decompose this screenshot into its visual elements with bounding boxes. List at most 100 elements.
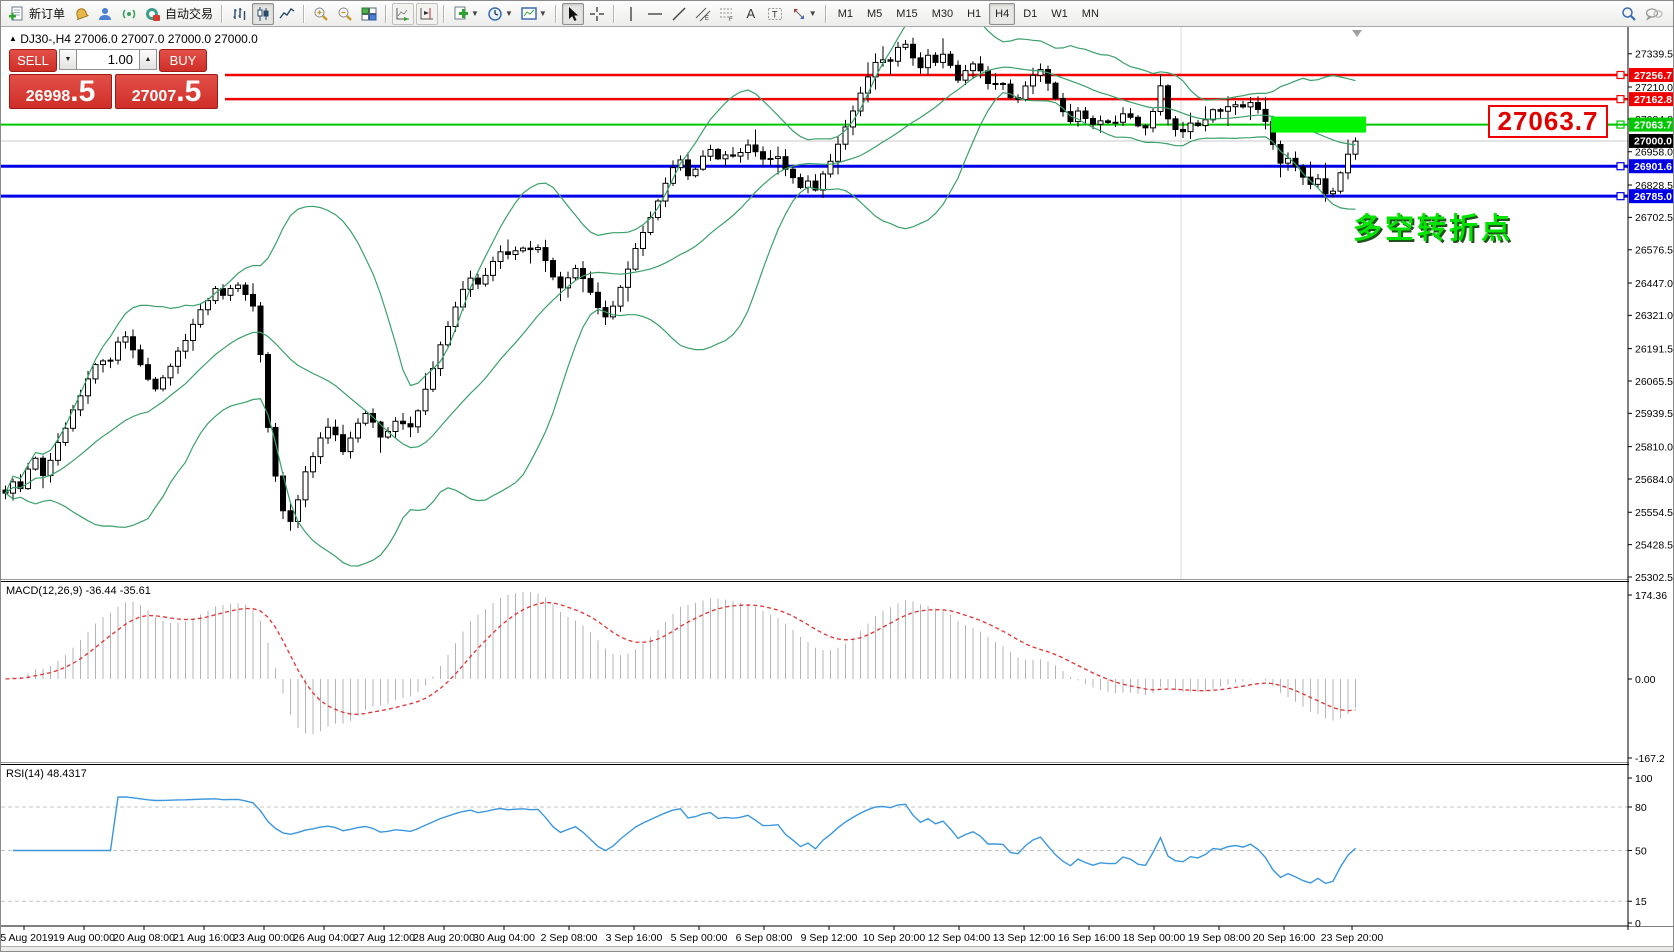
bar-chart-button[interactable]	[228, 3, 250, 25]
text-tool-icon: A	[746, 6, 755, 21]
sell-button[interactable]: SELL	[9, 49, 57, 72]
trendline-icon	[671, 6, 687, 22]
time-label: 30 Aug 04:00	[473, 932, 535, 944]
trendline-tool-button[interactable]	[668, 3, 690, 25]
fibonacci-icon: F	[719, 6, 735, 22]
cursor-icon	[565, 6, 581, 22]
symbol-period-label: DJ30-,H4	[20, 32, 71, 46]
search-button[interactable]	[1618, 3, 1640, 25]
templates-button[interactable]: ▼	[518, 3, 550, 25]
timeframe-button-W1[interactable]: W1	[1045, 3, 1074, 25]
chart-canvas[interactable]: 27339.527210.027084.826958.026828.526702…	[1, 1, 1674, 952]
chart-shift-icon	[419, 6, 435, 22]
template-icon	[521, 6, 537, 22]
svg-text:26901.6: 26901.6	[1634, 161, 1672, 173]
timeframe-button-M30[interactable]: M30	[926, 3, 959, 25]
price-badge-26785.0: 26785.0	[1629, 189, 1674, 203]
order-controls-row: SELL ▼ ▲ BUY	[9, 49, 225, 72]
crosshair-tool-button[interactable]	[586, 3, 608, 25]
indicators-button[interactable]: ▼	[450, 3, 482, 25]
community-button[interactable]	[94, 3, 116, 25]
chart-shift-button[interactable]	[416, 3, 438, 25]
time-label: 6 Sep 08:00	[736, 932, 793, 944]
svg-text:25684.0: 25684.0	[1635, 474, 1673, 486]
svg-text:T: T	[772, 9, 778, 19]
price-badge-26901.6: 26901.6	[1629, 159, 1674, 173]
svg-text:25810.0: 25810.0	[1635, 441, 1673, 453]
tile-windows-button[interactable]	[358, 3, 380, 25]
arrows-tool-button[interactable]: ▼	[788, 3, 820, 25]
svg-text:27162.8: 27162.8	[1634, 94, 1672, 106]
time-label: 2 Sep 08:00	[541, 932, 598, 944]
signals-button[interactable]	[118, 3, 140, 25]
volume-input[interactable]	[77, 49, 139, 70]
price-callout-box[interactable]: 27063.7	[1488, 105, 1608, 138]
collapse-arrow-icon[interactable]: ▲	[9, 34, 17, 43]
bid-price-box[interactable]: 26998.5	[9, 74, 112, 109]
timeframe-button-MN[interactable]: MN	[1076, 3, 1105, 25]
auto-trading-label: 自动交易	[165, 5, 213, 22]
svg-text:F: F	[729, 17, 733, 22]
line-chart-button[interactable]	[276, 3, 298, 25]
volume-increase-button[interactable]: ▲	[139, 49, 157, 70]
zoom-out-button[interactable]	[334, 3, 356, 25]
toolbar-separator	[555, 5, 557, 23]
one-click-trading-panel: ▲ DJ30-,H4 27006.0 27007.0 27000.0 27000…	[1, 27, 225, 113]
svg-text:27063.7: 27063.7	[1634, 119, 1672, 131]
bell-icon	[73, 6, 89, 22]
horizontal-line-tool-button[interactable]	[644, 3, 666, 25]
svg-text:50: 50	[1635, 845, 1647, 857]
svg-text:26958.0: 26958.0	[1635, 147, 1673, 159]
cursor-tool-button[interactable]	[562, 3, 584, 25]
svg-text:-167.2: -167.2	[1635, 753, 1665, 765]
crosshair-icon	[589, 6, 605, 22]
toolbar-separator	[825, 5, 827, 23]
green-highlight-box[interactable]	[1271, 117, 1366, 133]
channel-tool-button[interactable]: E	[692, 3, 714, 25]
price-row: 26998.5 27007.5	[9, 73, 225, 109]
ask-price-box[interactable]: 27007.5	[115, 74, 218, 109]
bar-chart-icon	[231, 6, 247, 22]
timeframe-button-D1[interactable]: D1	[1017, 3, 1043, 25]
timeframe-button-H4[interactable]: H4	[989, 3, 1015, 25]
toolbar-separator	[303, 5, 305, 23]
timeframe-button-M1[interactable]: M1	[832, 3, 859, 25]
periods-button[interactable]: ▼	[484, 3, 516, 25]
svg-text:25302.5: 25302.5	[1635, 572, 1673, 584]
new-order-label: 新订单	[29, 5, 65, 22]
candlestick-chart-button[interactable]	[252, 3, 274, 25]
profile-icon	[97, 6, 113, 22]
bid-int: 26998	[26, 80, 71, 113]
time-label: 12 Sep 04:00	[928, 932, 991, 944]
volume-decrease-button[interactable]: ▼	[59, 49, 77, 70]
time-label: 15 Aug 2019	[1, 932, 54, 944]
buy-button[interactable]: BUY	[159, 49, 207, 72]
time-label: 20 Aug 08:00	[113, 932, 175, 944]
svg-text:27000.0: 27000.0	[1634, 136, 1672, 148]
timeframe-button-H1[interactable]: H1	[961, 3, 987, 25]
dropdown-arrow-icon: ▼	[505, 9, 513, 18]
vertical-line-tool-button[interactable]	[620, 3, 642, 25]
zoom-in-button[interactable]	[310, 3, 332, 25]
timeframe-button-M15[interactable]: M15	[890, 3, 923, 25]
candlestick-chart-icon	[255, 6, 271, 22]
svg-text:25939.5: 25939.5	[1635, 408, 1673, 420]
timeframe-button-M5[interactable]: M5	[861, 3, 888, 25]
time-label: 10 Sep 20:00	[863, 932, 926, 944]
auto-trading-button[interactable]: 自动交易	[142, 3, 216, 25]
svg-text:26447.0: 26447.0	[1635, 278, 1673, 290]
text-tool-button[interactable]: A	[740, 3, 762, 25]
svg-text:25554.5: 25554.5	[1635, 507, 1673, 519]
time-label: 28 Aug 20:00	[413, 932, 475, 944]
fibonacci-tool-button[interactable]: F	[716, 3, 738, 25]
chat-button[interactable]	[1642, 3, 1666, 25]
text-label-tool-button[interactable]: T	[764, 3, 786, 25]
new-order-button[interactable]: 新订单	[6, 3, 68, 25]
bell-button[interactable]	[70, 3, 92, 25]
clock-icon	[487, 6, 503, 22]
svg-text:100: 100	[1635, 773, 1653, 785]
auto-scroll-button[interactable]	[392, 3, 414, 25]
search-icon	[1621, 6, 1637, 22]
turning-point-annotation[interactable]: 多空转折点	[1353, 205, 1513, 247]
chat-icon	[1645, 6, 1663, 22]
